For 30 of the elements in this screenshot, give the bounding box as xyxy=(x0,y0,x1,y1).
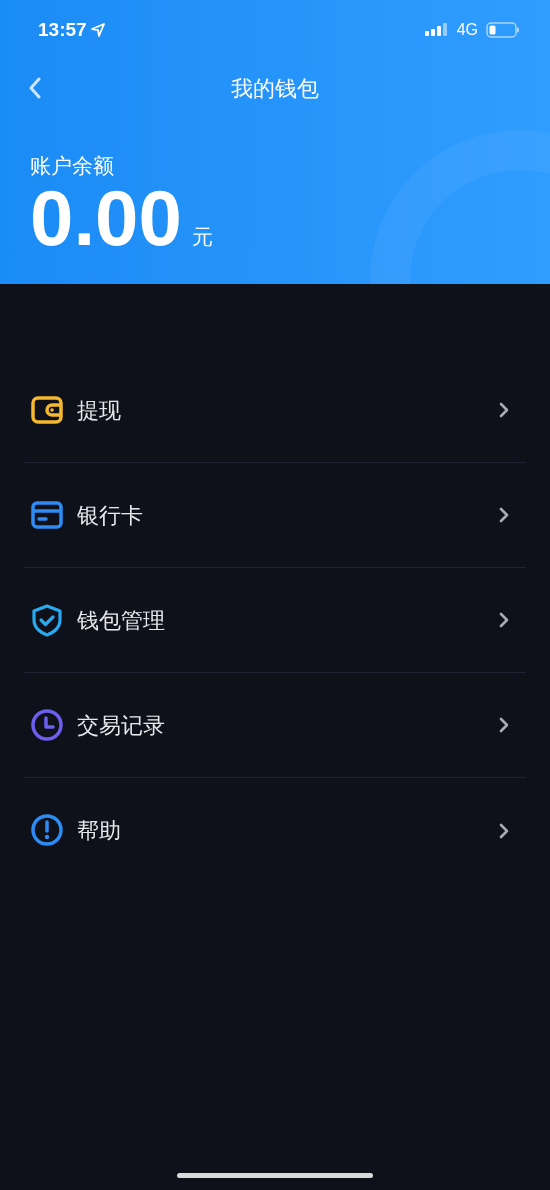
page-title: 我的钱包 xyxy=(231,74,319,103)
wallet-icon xyxy=(31,393,63,427)
currency-unit: 元 xyxy=(191,223,213,250)
chevron-right-icon xyxy=(499,507,509,523)
exclamation-circle-icon xyxy=(31,814,63,847)
clock-icon xyxy=(31,708,63,742)
chevron-right-icon xyxy=(499,822,509,839)
menu-item[interactable]: 钱包管理 xyxy=(24,568,526,673)
balance-label: 账户余额 xyxy=(30,153,115,179)
menu-item[interactable]: 银行卡 xyxy=(24,463,526,568)
menu-label: 提现 xyxy=(77,396,122,425)
menu-label: 钱包管理 xyxy=(77,606,166,635)
chevron-right-icon xyxy=(499,402,509,418)
bank-card-icon xyxy=(31,498,63,532)
shield-check-icon xyxy=(31,603,63,637)
menu-item[interactable]: 提现 xyxy=(24,358,526,463)
menu-label: 交易记录 xyxy=(77,711,166,740)
chevron-right-icon xyxy=(499,717,509,733)
battery-icon xyxy=(486,22,520,38)
network-label: 4G xyxy=(456,20,478,40)
menu-label: 银行卡 xyxy=(77,501,144,530)
back-chevron-icon xyxy=(28,77,42,99)
chevron-right-icon xyxy=(499,612,509,628)
balance-amount: 0.00 xyxy=(30,178,182,258)
menu-label: 帮助 xyxy=(77,817,122,845)
menu-item[interactable]: 帮助 xyxy=(24,778,526,883)
menu-item[interactable]: 交易记录 xyxy=(24,673,526,778)
status-time: 13:57 xyxy=(38,17,87,42)
location-arrow-icon xyxy=(90,23,105,37)
signal-icon xyxy=(424,23,449,37)
